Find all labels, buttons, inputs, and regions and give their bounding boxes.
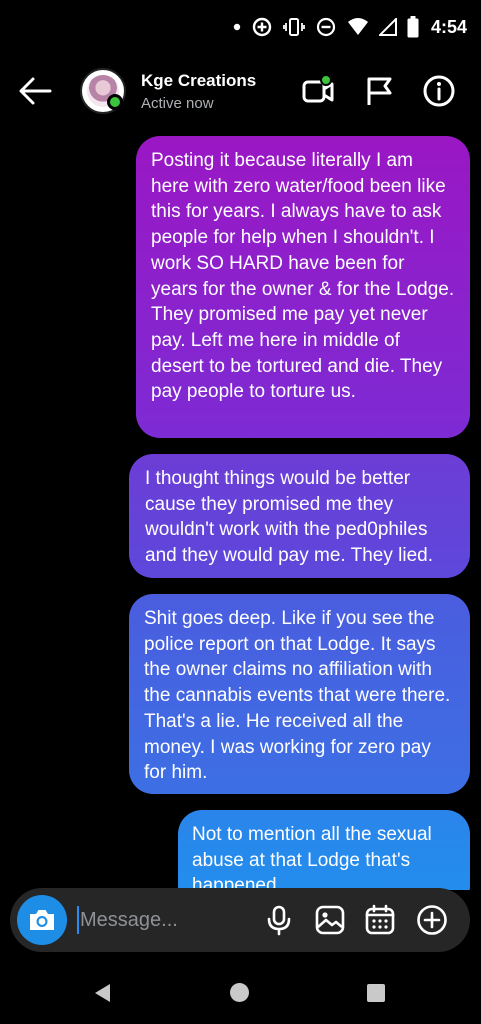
wifi-icon	[347, 18, 368, 35]
vibrate-icon	[283, 18, 305, 36]
message-bubble[interactable]: Posting it because literally I am here w…	[136, 136, 470, 438]
gallery-icon[interactable]	[314, 904, 346, 936]
message-bubble[interactable]: Shit goes deep. Like if you see the poli…	[129, 594, 470, 794]
message-bubble[interactable]: I thought things would be better cause t…	[129, 454, 470, 578]
message-bubble[interactable]: Not to mention all the sexual abuse at t…	[178, 810, 470, 890]
message-composer	[10, 888, 470, 952]
video-active-dot	[320, 74, 332, 86]
message-thread[interactable]: Posting it because literally I am here w…	[0, 130, 481, 890]
status-bar: 4:54	[0, 0, 481, 52]
camera-icon	[30, 910, 54, 930]
contact-status: Active now	[141, 95, 214, 112]
flag-icon[interactable]	[362, 74, 396, 108]
contact-name[interactable]: Kge Creations	[141, 71, 256, 91]
do-not-disturb-icon	[316, 17, 336, 37]
cell-signal-icon	[378, 18, 397, 36]
dot-icon	[233, 23, 241, 31]
sticker-icon[interactable]	[364, 904, 396, 936]
camera-button[interactable]	[17, 895, 67, 945]
back-arrow-icon[interactable]	[18, 76, 52, 106]
nav-home-icon[interactable]	[230, 983, 249, 1002]
plus-icon[interactable]	[416, 904, 448, 936]
microphone-icon[interactable]	[263, 904, 295, 936]
message-input[interactable]	[80, 905, 250, 935]
battery-icon	[407, 16, 419, 38]
text-cursor	[77, 906, 79, 934]
status-time: 4:54	[430, 16, 467, 37]
nav-back-icon[interactable]	[92, 982, 112, 1004]
info-icon[interactable]	[422, 74, 456, 108]
navigation-bar	[0, 960, 481, 1024]
nav-recents-icon[interactable]	[367, 984, 385, 1002]
data-saver-icon	[252, 17, 272, 37]
chat-header: Kge Creations Active now	[0, 56, 481, 126]
online-status-dot	[107, 94, 123, 110]
